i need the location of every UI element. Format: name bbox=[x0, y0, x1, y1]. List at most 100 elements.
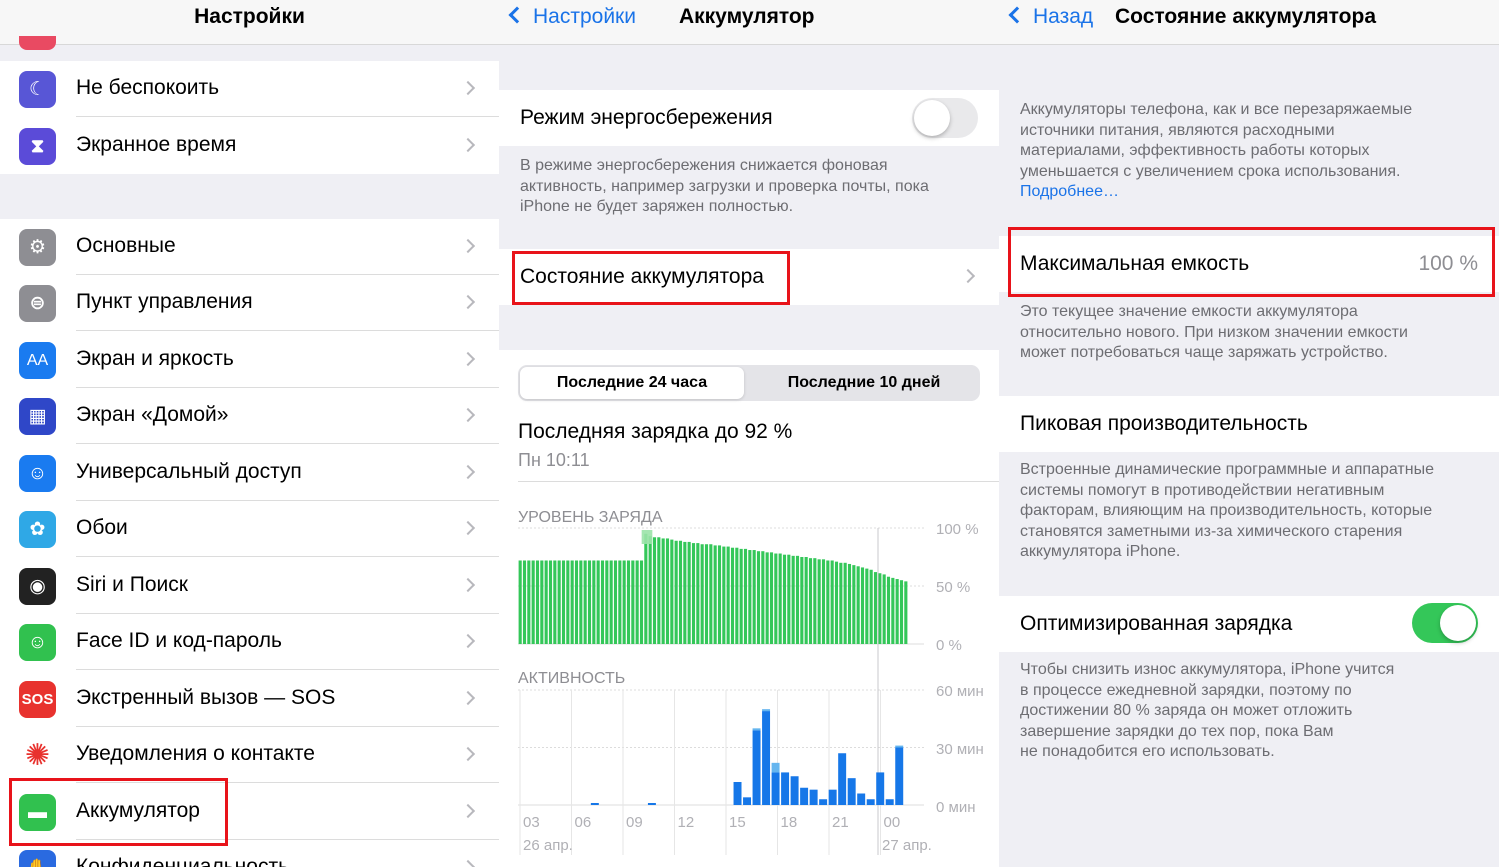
accessibility-icon: ☺ bbox=[19, 455, 56, 492]
battery-level-bar bbox=[730, 547, 735, 644]
moon-icon: ☾ bbox=[19, 71, 56, 108]
battery-level-bar bbox=[574, 560, 579, 644]
highlight-capacity-row bbox=[1008, 227, 1495, 297]
settings-row[interactable]: SOS Экстренный вызов — SOS bbox=[0, 671, 499, 727]
battery-level-bar bbox=[657, 537, 661, 644]
battery-level-bar bbox=[791, 555, 795, 644]
settings-row[interactable]: ☾ Не беспокоить bbox=[0, 61, 499, 117]
settings-row-label: Siri и Поиск bbox=[76, 573, 188, 596]
settings-row[interactable]: ✺ Уведомления о контакте bbox=[0, 727, 499, 783]
optimized-charging-row: Оптимизированная зарядка bbox=[999, 596, 1499, 652]
screen-on-bar bbox=[809, 789, 818, 805]
chevron-right-icon bbox=[460, 407, 476, 423]
optimized-charging-label: Оптимизированная зарядка bbox=[1020, 612, 1293, 635]
x-tick-label: 06 bbox=[575, 814, 592, 831]
screen-off-bar bbox=[762, 709, 771, 712]
battery-level-bar bbox=[722, 546, 726, 644]
footer-line: материалами, эффективность работы которы… bbox=[1020, 142, 1370, 159]
battery-level-bar bbox=[899, 580, 904, 644]
battery-level-bar bbox=[635, 560, 639, 644]
battery-level-bar bbox=[596, 560, 600, 644]
screen-on-bar bbox=[885, 799, 894, 805]
settings-row[interactable]: ✿ Обои bbox=[0, 501, 499, 557]
y-tick-label: 60 мин bbox=[936, 683, 984, 700]
back-button[interactable]: Назад bbox=[1008, 5, 1093, 29]
battery-level-bar bbox=[882, 574, 886, 644]
settings-row[interactable]: ▦ Экран «Домой» bbox=[0, 388, 499, 444]
siri-icon: ◉ bbox=[19, 568, 56, 605]
settings-row-label: Экран и яркость bbox=[76, 347, 234, 370]
battery-level-bar bbox=[566, 560, 570, 644]
health-navbar: Назад Состояние аккумулятора bbox=[999, 0, 1499, 45]
flower-icon: ✿ bbox=[19, 511, 56, 548]
low-power-toggle[interactable] bbox=[912, 98, 978, 138]
aa-icon: AA bbox=[19, 342, 56, 379]
settings-row[interactable]: ⧗ Экранное время bbox=[0, 118, 499, 174]
settings-row[interactable]: ☺ Универсальный доступ bbox=[0, 445, 499, 501]
battery-usage-charts: УРОВЕНЬ ЗАРЯДА 100 % 50 % 0 % АКТИВНОСТЬ 60 м… bbox=[518, 509, 984, 855]
settings-row[interactable]: ⊜ Пункт управления bbox=[0, 275, 499, 331]
battery-panel: Настройки Аккумулятор Режим энергосбереж… bbox=[499, 0, 999, 867]
battery-level-bar bbox=[652, 537, 657, 644]
screen-on-bar bbox=[590, 803, 599, 805]
page-title: Настройки bbox=[194, 5, 305, 28]
footer-line: Чтобы снизить износ аккумулятора, iPhone… bbox=[1020, 661, 1395, 678]
row-separator bbox=[76, 330, 499, 331]
low-power-label: Режим энергосбережения bbox=[520, 106, 773, 129]
battery-health-panel: Назад Состояние аккумулятора Аккумулятор… bbox=[999, 0, 1499, 867]
footer-line: факторам, влияющим на производительность… bbox=[1020, 502, 1433, 519]
screen-on-bar bbox=[781, 772, 790, 805]
footer-line: может потребоваться чаще заряжать устрой… bbox=[1020, 344, 1388, 361]
settings-row[interactable]: ◉ Siri и Поиск bbox=[0, 558, 499, 614]
peak-footer: Встроенные динамические программные и ап… bbox=[1020, 460, 1434, 563]
x-tick-label: 21 bbox=[832, 814, 849, 831]
footer-line: уменьшается с увеличением срока использо… bbox=[1020, 162, 1401, 180]
notifications-icon bbox=[19, 36, 56, 50]
battery-level-bar bbox=[834, 561, 839, 644]
battery-level-bar bbox=[886, 576, 891, 644]
row-separator bbox=[76, 116, 499, 117]
battery-level-bar bbox=[865, 568, 869, 644]
settings-row[interactable]: ☺ Face ID и код-пароль bbox=[0, 614, 499, 670]
footer-line: Это текущее значение емкости аккумулятор… bbox=[1020, 303, 1358, 320]
battery-level-bar bbox=[557, 560, 561, 644]
x-tick-label: 09 bbox=[626, 814, 643, 831]
battery-level-bar bbox=[678, 540, 683, 644]
battery-level-bar bbox=[648, 536, 652, 644]
row-separator bbox=[76, 556, 499, 557]
highlight-health-row bbox=[512, 251, 790, 305]
learn-more-link[interactable]: Подробнее… bbox=[1020, 182, 1412, 203]
battery-level-bar bbox=[808, 558, 813, 644]
battery-level-bar bbox=[761, 551, 765, 644]
optimized-charging-toggle[interactable] bbox=[1412, 603, 1478, 643]
screen-on-bar bbox=[743, 797, 752, 805]
battery-level-bar bbox=[778, 553, 782, 644]
screen-on-bar bbox=[866, 799, 875, 805]
settings-row[interactable]: AA Экран и яркость bbox=[0, 332, 499, 388]
battery-level-bar bbox=[782, 554, 787, 644]
settings-row-label: Универсальный доступ bbox=[76, 460, 302, 483]
battery-level-bar bbox=[700, 544, 704, 644]
chevron-right-icon bbox=[960, 268, 976, 284]
chart-title: АКТИВНОСТЬ bbox=[518, 670, 625, 687]
back-button[interactable]: Настройки bbox=[508, 5, 636, 29]
screen-off-bar bbox=[895, 745, 904, 748]
battery-level-bar bbox=[709, 544, 713, 644]
y-tick-label: 50 % bbox=[936, 579, 970, 596]
settings-row-label: Не беспокоить bbox=[76, 76, 220, 99]
battery-level-bar bbox=[852, 565, 856, 644]
battery-level-bar bbox=[787, 554, 791, 644]
settings-row[interactable]: ⚙ Основные bbox=[0, 219, 499, 275]
footer-line: не понадобится его использовать. bbox=[1020, 743, 1275, 760]
chevron-right-icon bbox=[460, 351, 476, 367]
battery-level-bar bbox=[579, 560, 583, 644]
battery-level-bar bbox=[735, 547, 739, 644]
battery-level-bar bbox=[531, 560, 535, 644]
usage-section: Последние 24 часа Последние 10 дней Посл… bbox=[499, 350, 999, 867]
battery-level-bar bbox=[821, 559, 826, 644]
battery-level-bar bbox=[743, 548, 748, 644]
screen-on-bar bbox=[895, 747, 904, 805]
battery-level-bar bbox=[839, 562, 843, 644]
settings-row-label: Обои bbox=[76, 516, 128, 539]
chevron-right-icon bbox=[460, 633, 476, 649]
